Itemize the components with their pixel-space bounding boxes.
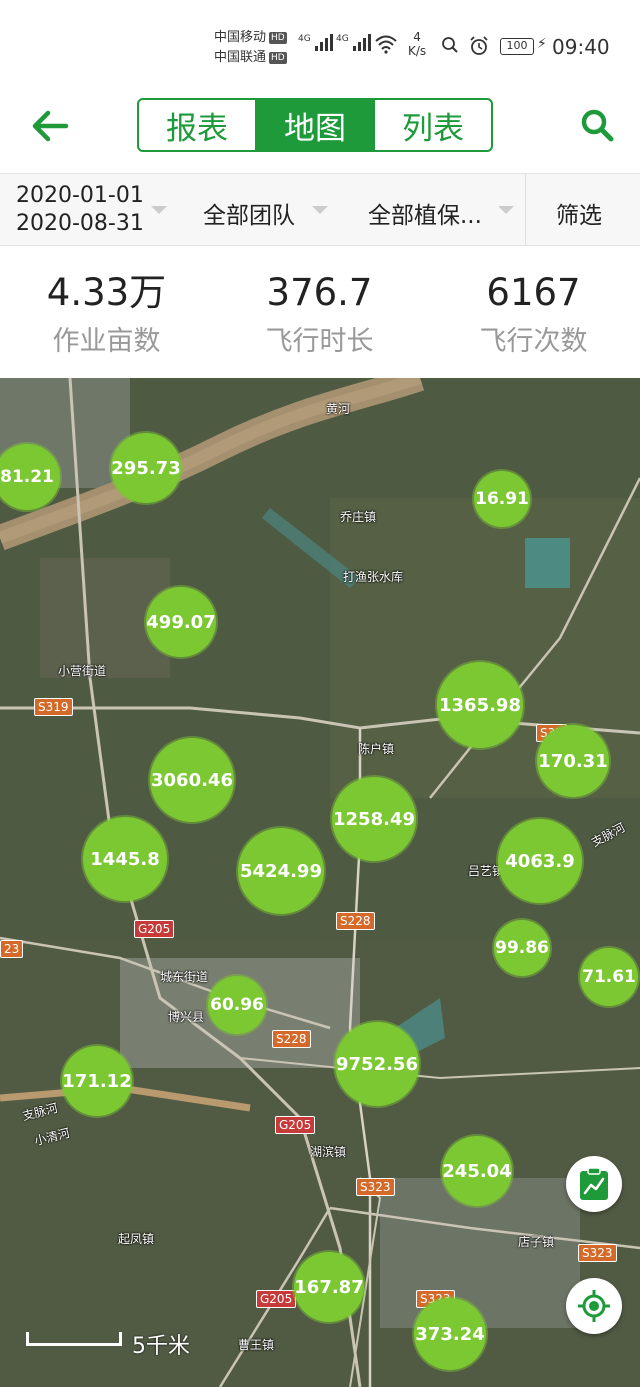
map-data-bubble[interactable]: 4063.9 [498,819,582,903]
alarm-icon [470,36,488,55]
stat-label: 作业亩数 [52,326,161,357]
chevron-down-icon [312,206,328,214]
carrier1-label: 中国移动 [214,30,267,45]
battery-level: 100 [506,39,528,52]
carrier2-label: 中国联通 [214,50,267,65]
map-data-bubble[interactable]: 99.86 [494,920,550,976]
stat-flight-count: 6167 飞行次数 [427,270,640,360]
map-data-bubble[interactable]: 295.73 [111,433,181,503]
road-shield: G205 [256,1290,297,1308]
status-bar: 中国移动 HD 中国联通 HD 4G 4G 4 K/s 100 ⚡ 09:40 [0,0,640,90]
place-label: 乔庄镇 [340,510,377,524]
stat-value: 6167 [486,271,581,314]
hd-badge: HD [269,32,287,44]
stat-value: 376.7 [266,271,373,314]
team-dropdown[interactable]: 全部团队 [203,196,295,230]
view-mode-tabs: 报表 地图 列表 [137,98,493,152]
map-data-bubble[interactable]: 1258.49 [332,777,416,861]
map-data-bubble[interactable]: 60.96 [208,976,266,1034]
map-data-bubble[interactable]: 3060.46 [150,738,234,822]
app-screen: 中国移动 HD 中国联通 HD 4G 4G 4 K/s 100 ⚡ 09:40 … [0,0,640,1387]
tab-list[interactable]: 列表 [373,100,491,150]
map-data-bubble[interactable]: 71.61 [580,948,638,1006]
place-label: 店子镇 [518,1235,555,1249]
map-data-bubble[interactable]: 16.91 [474,471,530,527]
stat-area: 4.33万 作业亩数 [0,270,213,360]
net-type-label: 4G [336,34,349,44]
top-header: 报表 地图 列表 [0,90,640,174]
signal-icon: 4G [298,34,333,51]
statistics-button[interactable] [566,1156,622,1212]
place-label: 小营街道 [58,664,107,678]
map-data-bubble[interactable]: 1445.8 [83,817,167,901]
signal-icon: 4G [336,34,371,51]
clock: 09:40 [552,35,610,59]
search-icon[interactable] [578,106,618,146]
map-data-bubble[interactable]: 170.31 [537,725,609,797]
place-label: 打渔张水库 [343,570,404,584]
date-start: 2020-01-01 [16,183,144,208]
wifi-icon [375,35,397,54]
map-data-bubble[interactable]: 499.07 [146,587,216,657]
back-arrow-icon[interactable] [28,104,72,148]
locate-button[interactable] [566,1278,622,1334]
net-speed: 4 K/s [408,30,426,58]
tab-report[interactable]: 报表 [139,100,255,150]
map-scale-label: 5千米 [132,1334,190,1359]
filter-button[interactable]: 筛选 [556,196,602,230]
target-location-icon [578,1290,610,1322]
place-label: 湖滨镇 [310,1145,347,1159]
battery-icon: 100 [500,38,534,55]
carrier-info: 中国移动 HD 中国联通 HD [214,28,287,68]
stat-label: 飞行次数 [479,326,588,357]
hd-badge: HD [269,52,287,64]
road-shield: S323 [356,1178,395,1196]
date-end: 2020-08-31 [16,211,144,236]
stat-value: 4.33万 [46,271,167,314]
map-data-bubble[interactable]: 9752.56 [335,1022,419,1106]
plant-dropdown[interactable]: 全部植保... [368,196,482,230]
place-label: 博兴县 [168,1010,205,1024]
stat-label: 飞行时长 [265,326,374,357]
chevron-down-icon [498,206,514,214]
search-status-icon [442,37,458,53]
road-shield: G205 [134,920,175,938]
map-data-bubble[interactable]: 5424.99 [238,828,324,914]
map-data-bubble[interactable]: 245.04 [442,1136,512,1206]
divider [525,174,526,246]
road-shield: 23 [0,940,24,958]
map-data-bubble[interactable]: 373.24 [414,1298,486,1370]
road-shield: S319 [34,698,73,716]
place-label: 城东街道 [160,970,209,984]
place-label: 陈户镇 [358,742,395,756]
place-label: 起凤镇 [118,1232,155,1246]
net-type-label: 4G [298,34,311,44]
map-data-bubble[interactable]: 171.12 [62,1046,132,1116]
map-data-bubble[interactable]: 167.87 [294,1252,364,1322]
stat-flight-hours: 376.7 飞行时长 [213,270,426,360]
road-shield: S228 [272,1030,311,1048]
net-speed-unit: K/s [408,44,427,58]
road-shield: S323 [578,1244,617,1262]
charging-icon: ⚡ [537,36,547,52]
chevron-down-icon [151,206,167,214]
date-range-selector[interactable]: 2020-01-01 2020-08-31 [16,182,144,238]
stats-summary: 4.33万 作业亩数 376.7 飞行时长 6167 飞行次数 [0,246,640,378]
satellite-map[interactable]: 黄河 乔庄镇 打渔张水库 小营街道 陈户镇 吕艺镇 支脉河 城东街道 博兴县 湖… [0,378,640,1387]
map-data-bubble[interactable]: 1365.98 [437,662,523,748]
tab-map[interactable]: 地图 [255,100,373,150]
place-label: 黄河 [326,402,351,416]
filter-bar: 2020-01-01 2020-08-31 全部团队 全部植保... 筛选 [0,174,640,246]
place-label: 曹王镇 [238,1338,275,1352]
clipboard-chart-icon [580,1167,608,1200]
road-shield: G205 [275,1116,316,1134]
map-scale-bar [26,1332,122,1346]
net-speed-value: 4 [413,30,421,44]
road-shield: S228 [336,912,375,930]
